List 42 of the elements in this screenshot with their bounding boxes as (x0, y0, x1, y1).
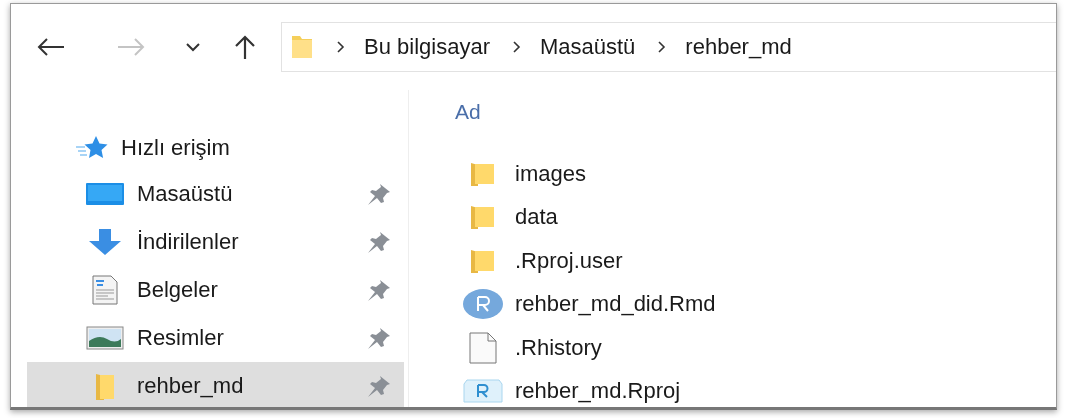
pin-icon[interactable] (366, 327, 392, 349)
pin-icon[interactable] (366, 279, 392, 301)
up-arrow-icon (234, 34, 256, 60)
sidebar-item[interactable]: rehber_md (27, 362, 404, 407)
breadcrumb-item[interactable]: Masaüstü (539, 34, 636, 60)
file-name[interactable]: .Rhistory (511, 334, 602, 361)
folder-icon (470, 160, 496, 187)
r-cube-icon (463, 378, 503, 405)
blank-file-icon (469, 331, 497, 364)
sidebar-item[interactable]: İndirilenler (27, 218, 404, 266)
chevron-icon (336, 40, 346, 54)
column-header[interactable]: Ad (455, 90, 505, 148)
landscape-icon (86, 326, 124, 350)
monitor-icon (85, 182, 125, 206)
down-arrow-icon (87, 228, 123, 256)
chevron-down-icon (185, 42, 201, 52)
pin-icon[interactable] (366, 183, 392, 205)
address-bar[interactable]: Bu bilgisayar Masaüstü rehber_md (281, 22, 1056, 72)
folder-icon (94, 371, 116, 401)
left-arrow-icon (36, 37, 66, 57)
file-name[interactable]: images (511, 160, 586, 187)
chevron-icon (511, 40, 522, 54)
folder-icon (290, 34, 314, 60)
file-name[interactable]: rehber_md.Rproj (511, 378, 681, 405)
quick-access-label[interactable]: Hızlı erişim (121, 135, 230, 161)
breadcrumb-item[interactable]: Bu bilgisayar (364, 34, 490, 60)
breadcrumb-item[interactable]: rehber_md (685, 34, 792, 60)
sidebar-item[interactable]: Belgeler (27, 266, 404, 314)
star-icon (75, 135, 109, 161)
folder-icon (470, 204, 496, 231)
chevron-icon (657, 40, 668, 54)
r-circle-icon (462, 288, 504, 321)
sidebar-item[interactable]: Resimler (27, 314, 404, 362)
file-name[interactable]: .Rproj.user (511, 247, 623, 274)
file-name[interactable]: rehber_md_did.Rmd (511, 291, 716, 318)
pin-icon[interactable] (366, 375, 392, 397)
folder-icon (470, 247, 496, 274)
file-name[interactable]: data (511, 204, 558, 231)
sidebar-item[interactable]: Masaüstü (27, 170, 404, 218)
right-arrow-icon (116, 37, 146, 57)
pin-icon[interactable] (366, 231, 392, 253)
document-icon (92, 275, 118, 305)
